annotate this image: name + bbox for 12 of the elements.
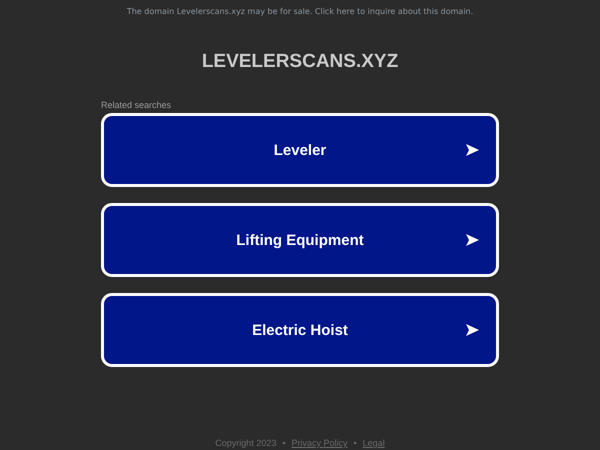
domain-sale-link[interactable]: The domain Levelerscans.xyz may be for sale. Click here to inquire about this domain. (126, 7, 474, 16)
arrow-icon (466, 144, 479, 156)
search-link-button[interactable]: Leveler (101, 113, 499, 187)
separator: • (282, 438, 286, 448)
arrow-icon (466, 234, 479, 246)
search-link-button[interactable]: Lifting Equipment (101, 203, 499, 277)
arrow-icon (466, 324, 479, 336)
site-title: LEVELERSCANS.XYZ (202, 51, 398, 73)
separator: • (354, 438, 357, 448)
related-searches-label: Related searches (101, 100, 172, 110)
search-link-button[interactable]: Electric Hoist (101, 293, 499, 367)
copyright-text: Copyright 2023 (215, 438, 276, 448)
